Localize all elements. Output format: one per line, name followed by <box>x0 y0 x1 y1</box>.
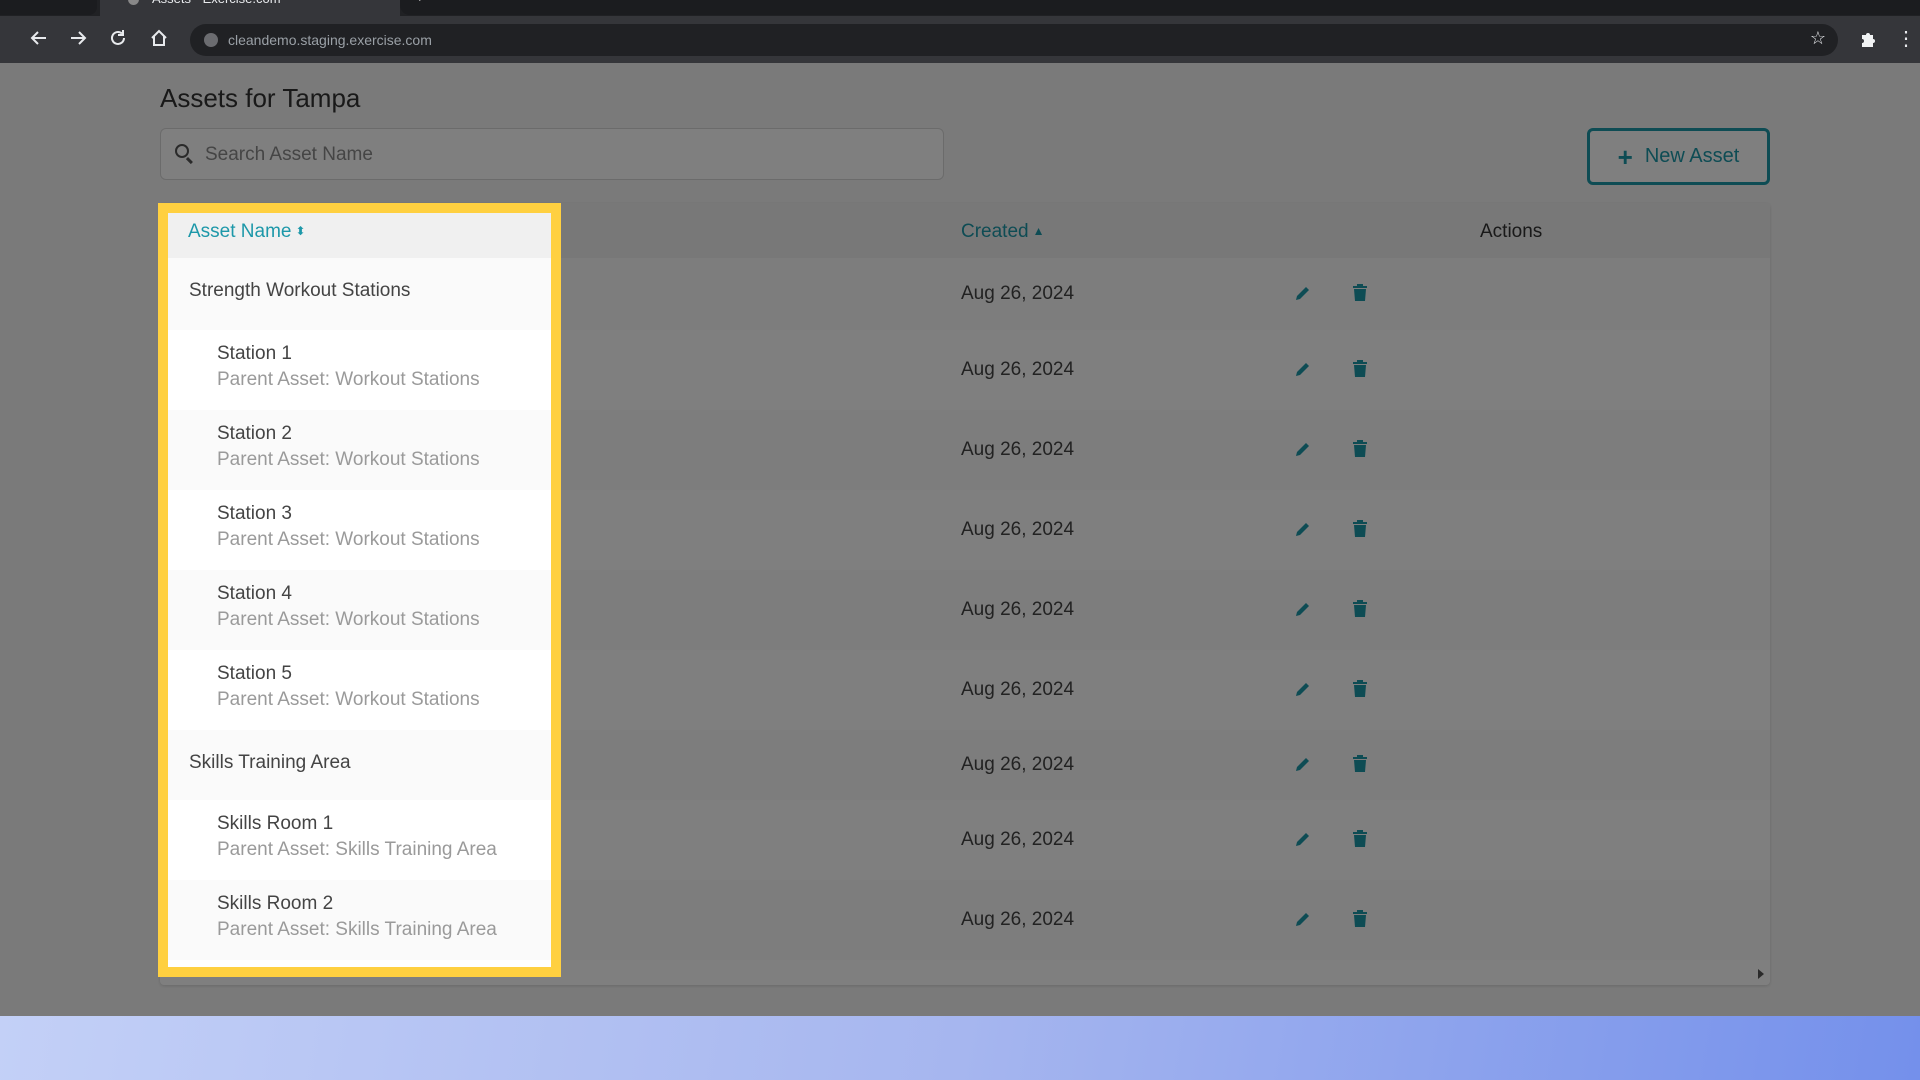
asset-name-header-label: Asset Name <box>188 221 292 242</box>
delete-trash-icon[interactable] <box>1351 599 1373 621</box>
parent-asset-label: Parent Asset: Workout Stations <box>217 609 480 630</box>
edit-pencil-icon[interactable] <box>1293 909 1315 931</box>
asset-name-cell[interactable]: Station 1 Parent Asset: Workout Stations <box>217 343 480 391</box>
created-date: Aug 26, 2024 <box>961 519 1075 540</box>
highlight-table-header: Asset Name ⬍ <box>168 213 551 258</box>
asset-name-cell[interactable]: Station 5 Parent Asset: Workout Stations <box>217 663 480 711</box>
home-icon <box>151 29 167 46</box>
asset-name: Station 4 <box>217 583 292 604</box>
table-row: Station 1 Parent Asset: Workout Stations <box>168 330 551 410</box>
plus-icon: + <box>1617 141 1633 172</box>
new-asset-label: New Asset <box>1644 145 1740 167</box>
tabstrip-empty <box>400 0 1920 15</box>
asset-name-cell[interactable]: Skills Room 1 Parent Asset: Skills Traini… <box>217 813 497 861</box>
parent-asset-label: Parent Asset: Workout Stations <box>217 369 480 390</box>
page-title: Assets for Tampa <box>160 83 361 113</box>
column-header-created[interactable]: Created ▲ <box>961 221 1045 243</box>
created-date: Aug 26, 2024 <box>961 679 1075 700</box>
arrow-right-icon <box>71 31 87 45</box>
edit-pencil-icon[interactable] <box>1293 283 1315 305</box>
delete-trash-icon[interactable] <box>1351 754 1373 776</box>
table-row: Station 5 Parent Asset: Workout Stations <box>168 650 551 730</box>
search-box[interactable] <box>160 128 944 181</box>
home-button[interactable] <box>147 28 171 52</box>
kebab-menu-icon[interactable]: ⋮ <box>1896 26 1916 52</box>
search-input[interactable] <box>203 129 927 181</box>
parent-asset-label: Parent Asset: Workout Stations <box>217 529 480 550</box>
created-date: Aug 26, 2024 <box>961 599 1075 620</box>
asset-name: Station 2 <box>217 423 292 444</box>
edit-pencil-icon[interactable] <box>1293 754 1315 776</box>
sort-ascending-icon: ▲ <box>1032 224 1045 238</box>
delete-trash-icon[interactable] <box>1351 829 1373 851</box>
parent-asset-label: Parent Asset: Skills Training Area <box>217 919 497 940</box>
asset-name: Station 3 <box>217 503 292 524</box>
desktop-background <box>0 1016 1920 1080</box>
edit-pencil-icon[interactable] <box>1293 439 1315 461</box>
table-row: Skills Training Area <box>168 730 551 800</box>
parent-asset-label: Parent Asset: Workout Stations <box>217 689 480 710</box>
url-text[interactable]: cleandemo.staging.exercise.com <box>228 32 432 48</box>
asset-name: Station 1 <box>217 343 292 364</box>
arrow-left-icon <box>30 31 46 45</box>
asset-name: Skills Training Area <box>189 752 351 773</box>
back-button[interactable] <box>27 28 51 52</box>
edit-pencil-icon[interactable] <box>1293 519 1315 541</box>
delete-trash-icon[interactable] <box>1351 359 1373 381</box>
created-date: Aug 26, 2024 <box>961 283 1075 304</box>
delete-trash-icon[interactable] <box>1351 439 1373 461</box>
browser-toolbar: cleandemo.staging.exercise.com ☆ ⋮ <box>0 16 1920 64</box>
asset-name: Station 5 <box>217 663 292 684</box>
address-bar[interactable]: cleandemo.staging.exercise.com ☆ <box>190 24 1838 56</box>
delete-trash-icon[interactable] <box>1351 283 1373 305</box>
edit-pencil-icon[interactable] <box>1293 359 1315 381</box>
created-date: Aug 26, 2024 <box>961 829 1075 850</box>
edit-pencil-icon[interactable] <box>1293 599 1315 621</box>
asset-name-cell[interactable]: Skills Training Area <box>189 752 351 774</box>
column-header-asset-name-highlighted[interactable]: Asset Name ⬍ <box>188 221 306 243</box>
asset-name: Skills Room 1 <box>217 813 334 834</box>
created-date: Aug 26, 2024 <box>961 909 1075 930</box>
reload-icon <box>111 30 125 45</box>
asset-name: Strength Workout Stations <box>189 280 411 301</box>
created-header-label: Created <box>961 221 1029 242</box>
browser-tabstrip: Assets - Exercise.com + <box>0 0 1920 16</box>
table-row: Station 3 Parent Asset: Workout Stations <box>168 490 551 570</box>
edit-pencil-icon[interactable] <box>1293 829 1315 851</box>
tab-title: Assets - Exercise.com <box>152 0 281 6</box>
asset-name-column-highlight: Asset Name ⬍ Strength Workout Stations Stat… <box>158 203 561 977</box>
scroll-right-arrow[interactable] <box>1758 969 1764 979</box>
asset-name-cell[interactable]: Station 3 Parent Asset: Workout Stations <box>217 503 480 551</box>
new-tab-button[interactable]: + <box>416 0 424 5</box>
delete-trash-icon[interactable] <box>1351 519 1373 541</box>
asset-name-cell[interactable]: Station 4 Parent Asset: Workout Stations <box>217 583 480 631</box>
table-row: Station 2 Parent Asset: Workout Stations <box>168 410 551 490</box>
inactive-tab[interactable] <box>0 0 97 15</box>
puzzle-icon[interactable] <box>1858 29 1878 55</box>
asset-name-cell[interactable]: Skills Room 2 Parent Asset: Skills Traini… <box>217 893 497 941</box>
sort-both-icon: ⬍ <box>295 224 306 238</box>
globe-icon[interactable] <box>204 33 218 47</box>
table-row: Station 4 Parent Asset: Workout Stations <box>168 570 551 650</box>
edit-pencil-icon[interactable] <box>1293 679 1315 701</box>
asset-name-cell[interactable]: Station 2 Parent Asset: Workout Stations <box>217 423 480 471</box>
created-date: Aug 26, 2024 <box>961 754 1075 775</box>
created-date: Aug 26, 2024 <box>961 359 1075 380</box>
table-row: Strength Workout Stations <box>168 258 551 330</box>
parent-asset-label: Parent Asset: Workout Stations <box>217 449 480 470</box>
created-date: Aug 26, 2024 <box>961 439 1075 460</box>
delete-trash-icon[interactable] <box>1351 909 1373 931</box>
asset-name: Skills Room 2 <box>217 893 334 914</box>
column-header-actions: Actions <box>1480 221 1543 242</box>
star-icon[interactable]: ☆ <box>1810 28 1826 49</box>
asset-name-cell[interactable]: Strength Workout Stations <box>189 280 410 302</box>
delete-trash-icon[interactable] <box>1351 679 1373 701</box>
search-icon <box>175 144 189 158</box>
table-row: Skills Room 1 Parent Asset: Skills Traini… <box>168 800 551 880</box>
forward-button[interactable] <box>66 28 90 52</box>
table-row: Skills Room 2 Parent Asset: Skills Traini… <box>168 880 551 960</box>
parent-asset-label: Parent Asset: Skills Training Area <box>217 839 497 860</box>
new-asset-button[interactable]: + New Asset <box>1587 128 1770 185</box>
reload-button[interactable] <box>106 28 130 52</box>
